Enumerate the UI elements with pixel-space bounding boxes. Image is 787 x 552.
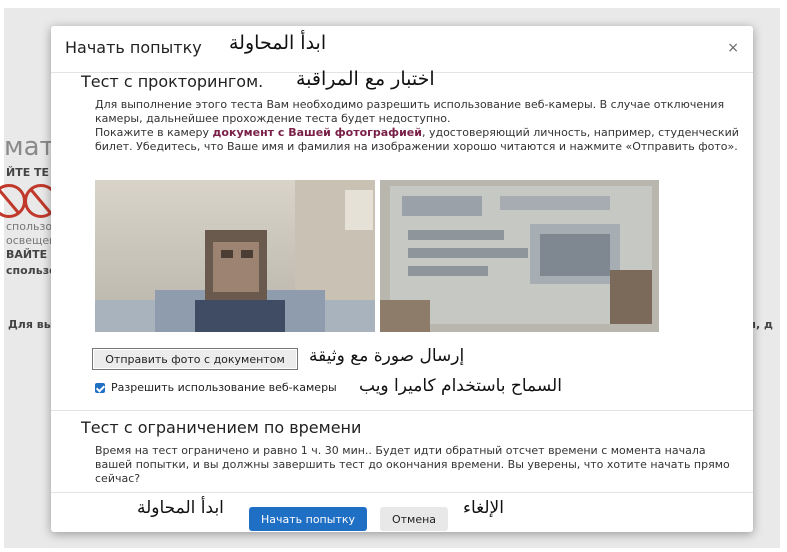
webcam-preview [95, 180, 375, 332]
proctoring-title-arabic-caption: اختبار مع المراقبة [296, 68, 435, 90]
dialog-title: Начать попытку [65, 38, 202, 57]
prohibited-icon [0, 184, 26, 218]
document-with-photo-emphasis: документ с Вашей фотографией [212, 126, 422, 139]
dialog-title-arabic-caption: ابدأ المحاولة [229, 32, 327, 54]
allow-webcam-label: Разрешить использование веб-камеры [111, 381, 337, 394]
section-divider [51, 410, 753, 411]
cancel-button[interactable]: Отмена [380, 507, 448, 531]
cancel-button-arabic-caption: الإلغاء [463, 498, 504, 518]
start-button-arabic-caption: ابدأ المحاولة [137, 498, 224, 518]
allow-webcam-checkbox[interactable] [95, 383, 105, 393]
proctoring-instructions-2: Покажите в камеру документ с Вашей фотог… [95, 126, 751, 154]
start-attempt-button[interactable]: Начать попытку [249, 507, 367, 531]
start-attempt-dialog: Начать попытку ابدأ المحاولة × Тест с пр… [51, 26, 753, 532]
time-limit-title: Тест с ограничением по времени [81, 418, 362, 437]
background-line: спользо [6, 264, 57, 277]
close-icon[interactable]: × [727, 40, 739, 56]
background-line: ВАЙТЕ [6, 248, 48, 261]
instructions-text: Покажите в камеру [95, 126, 213, 139]
background-line: ЙТЕ ТЕ [6, 166, 50, 179]
dialog-header: Начать попытку ابدأ المحاولة × [51, 26, 753, 73]
send-document-photo-button[interactable]: Отправить фото с документом [92, 348, 298, 370]
footer-divider [51, 492, 753, 493]
background-line: освещен [6, 234, 57, 247]
allow-webcam-arabic-caption: السماح باستخدام كاميرا ويب [359, 376, 562, 396]
proctoring-instructions-1: Для выполнение этого теста Вам необходим… [95, 98, 725, 125]
proctoring-title: Тест с прокторингом. [81, 72, 264, 91]
background-line: спользо [6, 220, 53, 233]
background-no-photo-icons [0, 184, 58, 218]
document-photo-preview [380, 180, 659, 332]
background-left-text: Для вы [8, 318, 54, 331]
send-button-arabic-caption: إرسال صورة مع وثيقة [309, 346, 465, 366]
time-limit-text: Время на тест ограничено и равно 1 ч. 30… [95, 444, 730, 485]
